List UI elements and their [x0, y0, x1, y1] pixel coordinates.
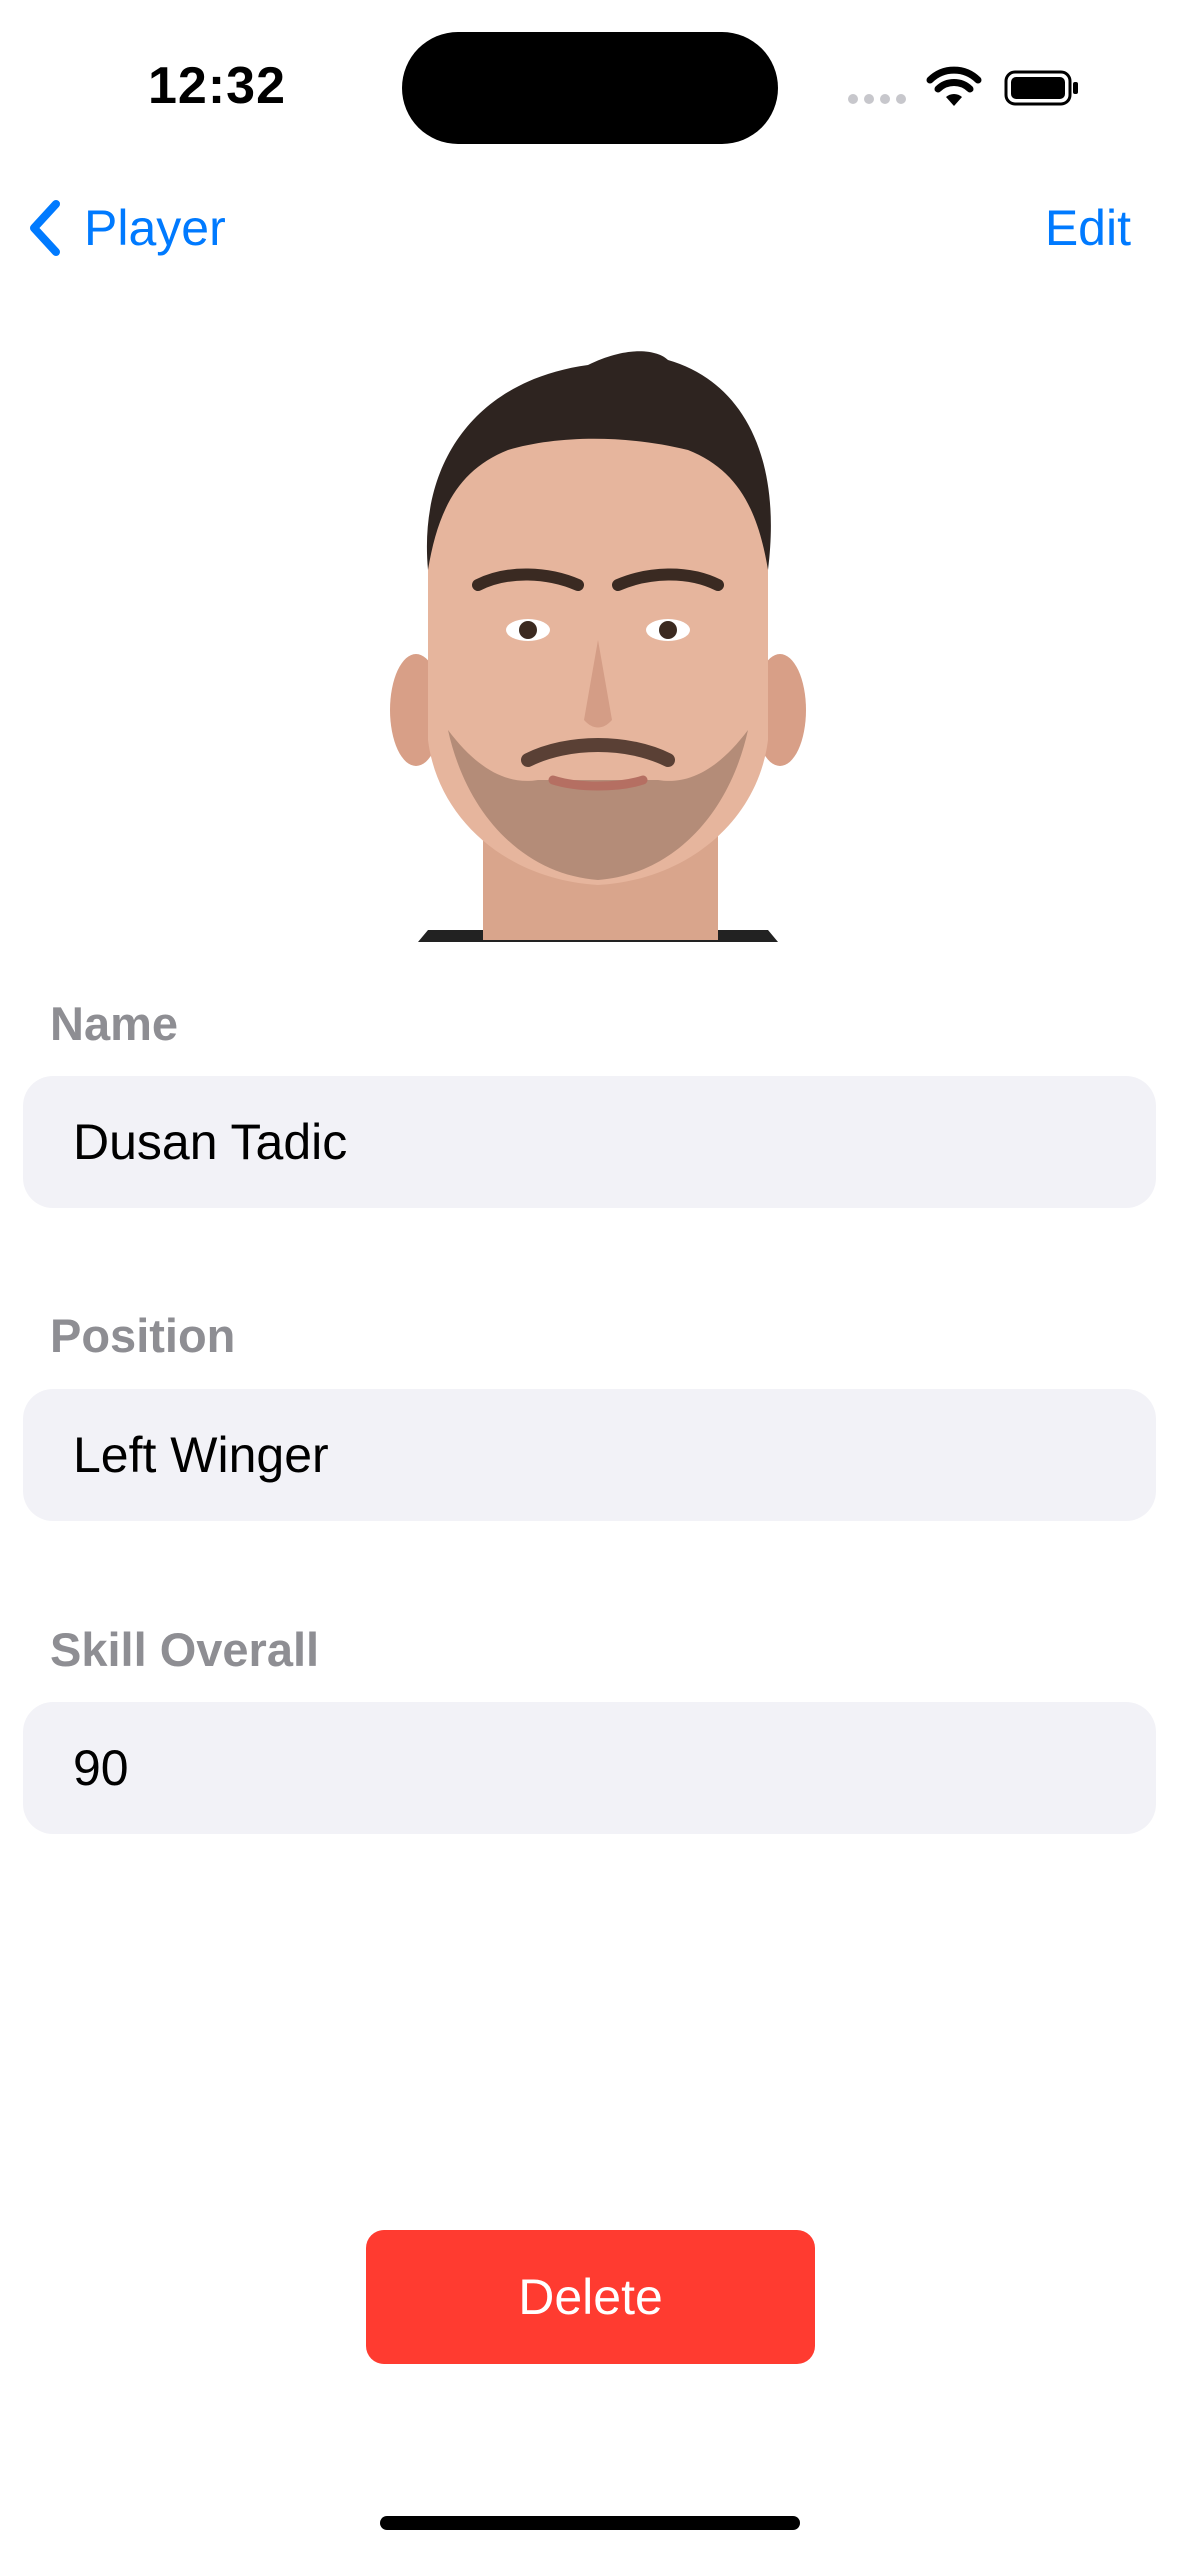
player-photo	[388, 340, 808, 942]
battery-icon	[1004, 70, 1078, 106]
status-time: 12:32	[148, 57, 286, 115]
name-label: Name	[50, 997, 179, 1050]
edit-button[interactable]: Edit	[1045, 196, 1131, 260]
position-field[interactable]: Left Winger	[23, 1389, 1156, 1521]
wifi-icon	[926, 66, 982, 106]
dynamic-island	[402, 32, 778, 144]
home-indicator[interactable]	[380, 2516, 800, 2530]
back-button-label: Player	[84, 200, 226, 256]
back-button[interactable]: Player	[24, 196, 226, 260]
position-value: Left Winger	[73, 1427, 329, 1483]
name-field[interactable]: Dusan Tadic	[23, 1076, 1156, 1208]
chevron-left-icon	[30, 200, 60, 256]
position-label: Position	[50, 1309, 236, 1362]
name-value: Dusan Tadic	[73, 1114, 348, 1170]
cellular-signal-icon	[848, 94, 908, 108]
skill-overall-label: Skill Overall	[50, 1623, 320, 1676]
delete-button[interactable]: Delete	[366, 2230, 815, 2364]
skill-overall-value: 90	[73, 1740, 129, 1796]
skill-overall-field[interactable]: 90	[23, 1702, 1156, 1834]
